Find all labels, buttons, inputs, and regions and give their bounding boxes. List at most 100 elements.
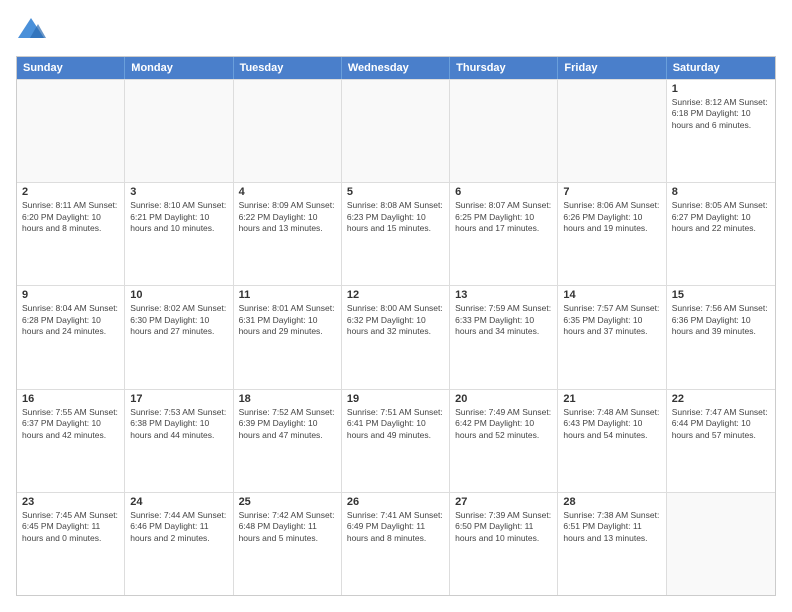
day-number: 15 <box>672 289 770 301</box>
day-number: 18 <box>239 393 336 405</box>
day-info: Sunrise: 7:56 AM Sunset: 6:36 PM Dayligh… <box>672 303 770 337</box>
day-cell-23: 23Sunrise: 7:45 AM Sunset: 6:45 PM Dayli… <box>17 493 125 595</box>
day-cell-24: 24Sunrise: 7:44 AM Sunset: 6:46 PM Dayli… <box>125 493 233 595</box>
day-cell-7: 7 Sunrise: 8:06 AM Sunset: 6:26 PM Daylig… <box>558 183 666 285</box>
day-cell-18: 18 Sunrise: 7:52 AM Sunset: 6:39 PM Dayli… <box>234 390 342 492</box>
day-cell-12: 12 Sunrise: 8:00 AM Sunset: 6:32 PM Dayli… <box>342 286 450 388</box>
day-cell-5: 5 Sunrise: 8:08 AM Sunset: 6:23 PM Daylig… <box>342 183 450 285</box>
week-row-5: 23Sunrise: 7:45 AM Sunset: 6:45 PM Dayli… <box>17 492 775 595</box>
day-cell-22: 22 Sunrise: 7:47 AM Sunset: 6:44 PM Dayli… <box>667 390 775 492</box>
day-cell-1: 1 Sunrise: 8:12 AM Sunset: 6:18 PM Daylig… <box>667 80 775 182</box>
day-info: Sunrise: 7:39 AM Sunset: 6:50 PM Dayligh… <box>455 510 552 544</box>
day-info: Sunrise: 8:08 AM Sunset: 6:23 PM Dayligh… <box>347 200 444 234</box>
day-number: 7 <box>563 186 660 198</box>
day-info: Sunrise: 8:04 AM Sunset: 6:28 PM Dayligh… <box>22 303 119 337</box>
empty-cell-0-5 <box>558 80 666 182</box>
day-cell-20: 20 Sunrise: 7:49 AM Sunset: 6:42 PM Dayli… <box>450 390 558 492</box>
day-cell-26: 26 Sunrise: 7:41 AM Sunset: 6:49 PM Dayli… <box>342 493 450 595</box>
day-info: Sunrise: 7:42 AM Sunset: 6:48 PM Dayligh… <box>239 510 336 544</box>
day-cell-15: 15 Sunrise: 7:56 AM Sunset: 6:36 PM Dayli… <box>667 286 775 388</box>
day-info: Sunrise: 7:52 AM Sunset: 6:39 PM Dayligh… <box>239 407 336 441</box>
day-cell-3: 3Sunrise: 8:10 AM Sunset: 6:21 PM Daylig… <box>125 183 233 285</box>
day-info: Sunrise: 8:00 AM Sunset: 6:32 PM Dayligh… <box>347 303 444 337</box>
calendar-body: 1 Sunrise: 8:12 AM Sunset: 6:18 PM Daylig… <box>17 79 775 595</box>
day-number: 16 <box>22 393 119 405</box>
day-info: Sunrise: 7:51 AM Sunset: 6:41 PM Dayligh… <box>347 407 444 441</box>
calendar: SundayMondayTuesdayWednesdayThursdayFrid… <box>16 56 776 596</box>
calendar-header: SundayMondayTuesdayWednesdayThursdayFrid… <box>17 57 775 79</box>
day-info: Sunrise: 7:53 AM Sunset: 6:38 PM Dayligh… <box>130 407 227 441</box>
day-cell-13: 13 Sunrise: 7:59 AM Sunset: 6:33 PM Dayli… <box>450 286 558 388</box>
day-number: 5 <box>347 186 444 198</box>
header-day-sunday: Sunday <box>17 57 125 79</box>
empty-cell-0-1 <box>125 80 233 182</box>
day-info: Sunrise: 8:06 AM Sunset: 6:26 PM Dayligh… <box>563 200 660 234</box>
day-cell-21: 21 Sunrise: 7:48 AM Sunset: 6:43 PM Dayli… <box>558 390 666 492</box>
day-info: Sunrise: 7:41 AM Sunset: 6:49 PM Dayligh… <box>347 510 444 544</box>
header-day-monday: Monday <box>125 57 233 79</box>
day-cell-9: 9Sunrise: 8:04 AM Sunset: 6:28 PM Daylig… <box>17 286 125 388</box>
day-cell-17: 17 Sunrise: 7:53 AM Sunset: 6:38 PM Dayli… <box>125 390 233 492</box>
day-info: Sunrise: 8:07 AM Sunset: 6:25 PM Dayligh… <box>455 200 552 234</box>
day-info: Sunrise: 7:47 AM Sunset: 6:44 PM Dayligh… <box>672 407 770 441</box>
week-row-2: 2 Sunrise: 8:11 AM Sunset: 6:20 PM Daylig… <box>17 182 775 285</box>
day-info: Sunrise: 7:55 AM Sunset: 6:37 PM Dayligh… <box>22 407 119 441</box>
day-info: Sunrise: 7:38 AM Sunset: 6:51 PM Dayligh… <box>563 510 660 544</box>
day-number: 19 <box>347 393 444 405</box>
day-number: 27 <box>455 496 552 508</box>
day-info: Sunrise: 7:45 AM Sunset: 6:45 PM Dayligh… <box>22 510 119 544</box>
day-info: Sunrise: 8:09 AM Sunset: 6:22 PM Dayligh… <box>239 200 336 234</box>
day-number: 28 <box>563 496 660 508</box>
day-number: 25 <box>239 496 336 508</box>
day-number: 14 <box>563 289 660 301</box>
day-info: Sunrise: 8:12 AM Sunset: 6:18 PM Dayligh… <box>672 97 770 131</box>
logo-icon <box>16 16 46 46</box>
day-number: 1 <box>672 83 770 95</box>
week-row-4: 16 Sunrise: 7:55 AM Sunset: 6:37 PM Dayli… <box>17 389 775 492</box>
day-info: Sunrise: 7:57 AM Sunset: 6:35 PM Dayligh… <box>563 303 660 337</box>
week-row-1: 1 Sunrise: 8:12 AM Sunset: 6:18 PM Daylig… <box>17 79 775 182</box>
header-day-tuesday: Tuesday <box>234 57 342 79</box>
day-cell-19: 19 Sunrise: 7:51 AM Sunset: 6:41 PM Dayli… <box>342 390 450 492</box>
day-info: Sunrise: 7:49 AM Sunset: 6:42 PM Dayligh… <box>455 407 552 441</box>
header-day-saturday: Saturday <box>667 57 775 79</box>
day-info: Sunrise: 8:10 AM Sunset: 6:21 PM Dayligh… <box>130 200 227 234</box>
day-cell-25: 25 Sunrise: 7:42 AM Sunset: 6:48 PM Dayli… <box>234 493 342 595</box>
day-cell-16: 16 Sunrise: 7:55 AM Sunset: 6:37 PM Dayli… <box>17 390 125 492</box>
day-number: 6 <box>455 186 552 198</box>
header-day-wednesday: Wednesday <box>342 57 450 79</box>
day-cell-11: 11Sunrise: 8:01 AM Sunset: 6:31 PM Dayli… <box>234 286 342 388</box>
day-number: 12 <box>347 289 444 301</box>
day-number: 17 <box>130 393 227 405</box>
day-number: 13 <box>455 289 552 301</box>
day-number: 4 <box>239 186 336 198</box>
header <box>16 16 776 46</box>
day-cell-27: 27 Sunrise: 7:39 AM Sunset: 6:50 PM Dayli… <box>450 493 558 595</box>
empty-cell-4-6 <box>667 493 775 595</box>
empty-cell-0-3 <box>342 80 450 182</box>
day-cell-8: 8Sunrise: 8:05 AM Sunset: 6:27 PM Daylig… <box>667 183 775 285</box>
day-info: Sunrise: 8:02 AM Sunset: 6:30 PM Dayligh… <box>130 303 227 337</box>
day-cell-2: 2 Sunrise: 8:11 AM Sunset: 6:20 PM Daylig… <box>17 183 125 285</box>
day-cell-10: 10 Sunrise: 8:02 AM Sunset: 6:30 PM Dayli… <box>125 286 233 388</box>
week-row-3: 9Sunrise: 8:04 AM Sunset: 6:28 PM Daylig… <box>17 285 775 388</box>
day-cell-14: 14 Sunrise: 7:57 AM Sunset: 6:35 PM Dayli… <box>558 286 666 388</box>
empty-cell-0-4 <box>450 80 558 182</box>
day-cell-28: 28 Sunrise: 7:38 AM Sunset: 6:51 PM Dayli… <box>558 493 666 595</box>
day-number: 22 <box>672 393 770 405</box>
day-number: 26 <box>347 496 444 508</box>
day-number: 2 <box>22 186 119 198</box>
header-day-thursday: Thursday <box>450 57 558 79</box>
empty-cell-0-2 <box>234 80 342 182</box>
day-number: 21 <box>563 393 660 405</box>
day-number: 24 <box>130 496 227 508</box>
day-info: Sunrise: 8:11 AM Sunset: 6:20 PM Dayligh… <box>22 200 119 234</box>
page: SundayMondayTuesdayWednesdayThursdayFrid… <box>0 0 792 612</box>
day-info: Sunrise: 7:59 AM Sunset: 6:33 PM Dayligh… <box>455 303 552 337</box>
day-number: 10 <box>130 289 227 301</box>
day-number: 20 <box>455 393 552 405</box>
day-cell-4: 4 Sunrise: 8:09 AM Sunset: 6:22 PM Daylig… <box>234 183 342 285</box>
day-number: 11 <box>239 289 336 301</box>
header-day-friday: Friday <box>558 57 666 79</box>
day-info: Sunrise: 7:48 AM Sunset: 6:43 PM Dayligh… <box>563 407 660 441</box>
